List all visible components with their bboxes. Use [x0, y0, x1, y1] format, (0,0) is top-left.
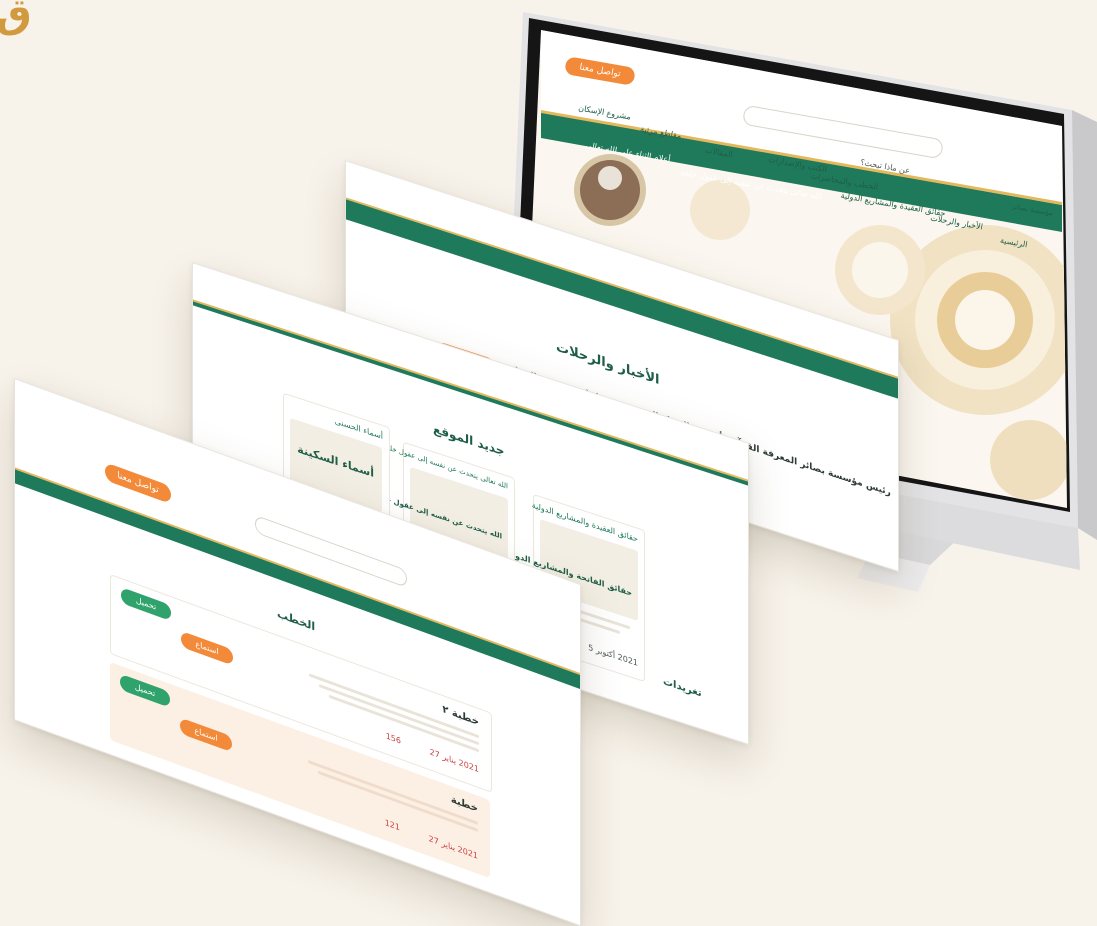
sermon-1-download-button[interactable]: تحميل — [121, 586, 171, 622]
sermon-1-listen-button[interactable]: استماع — [181, 630, 233, 666]
latest-sidebar-title: تغريدات — [663, 676, 702, 700]
latest-section-title: جديد الموقع — [433, 421, 505, 459]
latest-card-3-image-text: أسماء السكينة — [297, 442, 374, 481]
sermon-2-title: خطبة — [450, 794, 478, 815]
latest-card-1-date: 2021 أكتوبر 5 — [588, 642, 638, 668]
sermon-2-download-button[interactable]: تحميل — [120, 673, 170, 708]
sermon-section-title: الخطب — [277, 606, 316, 634]
sermon-2-listen-button[interactable]: استماع — [180, 717, 232, 753]
sermon-1-date: 2021 يناير 27 — [429, 747, 479, 775]
sermon-2-date: 2021 يناير 27 — [428, 833, 478, 861]
sermon-contact-button[interactable]: تواصل معنا — [105, 462, 171, 505]
sermon-2-views: 121 — [384, 817, 400, 833]
sermon-1-views: 156 — [385, 731, 401, 746]
news-section-title: الأخبار والرحلات — [556, 339, 660, 389]
